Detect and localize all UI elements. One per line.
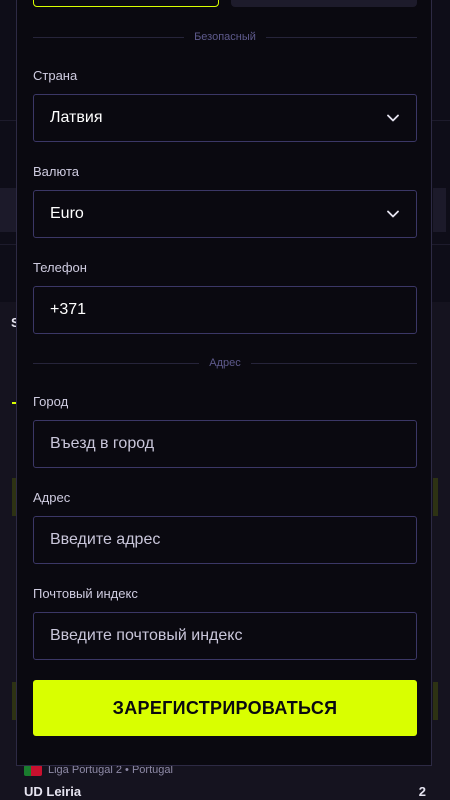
postal-field[interactable] [33, 612, 417, 660]
address-field[interactable] [33, 516, 417, 564]
postal-label: Почтовый индекс [33, 586, 138, 601]
country-select[interactable]: Латвия [33, 94, 417, 142]
background-card-edge [433, 478, 438, 516]
phone-field[interactable]: +371 [33, 286, 417, 334]
divider-security-label: Безопасный [194, 31, 256, 43]
address-input[interactable] [50, 531, 400, 549]
divider-address-label: Адрес [209, 357, 241, 369]
match-team[interactable]: UD Leiria [24, 784, 81, 799]
divider-address: Адрес [33, 356, 417, 370]
address-label: Адрес [33, 490, 71, 505]
registration-modal: Безопасный Страна Латвия Валюта Euro Тел… [16, 0, 432, 766]
match-score: 2 [418, 784, 426, 799]
background-block [0, 188, 16, 232]
background-block [433, 188, 446, 232]
chevron-down-icon [386, 111, 400, 125]
country-value: Латвия [50, 109, 103, 126]
phone-value: +371 [50, 301, 87, 318]
background-card-edge [433, 682, 438, 720]
phone-label: Телефон [33, 260, 87, 275]
city-input[interactable] [50, 435, 400, 453]
currency-label: Валюта [33, 164, 79, 179]
currency-value: Euro [50, 205, 84, 222]
chevron-down-icon [386, 207, 400, 221]
postal-input[interactable] [50, 627, 400, 645]
tab-button[interactable] [231, 0, 417, 7]
divider-security: Безопасный [33, 30, 417, 44]
city-field[interactable] [33, 420, 417, 468]
register-button[interactable]: ЗАРЕГИСТРИРОВАТЬСЯ [33, 680, 417, 736]
tab-button-active[interactable] [33, 0, 219, 7]
city-label: Город [33, 394, 69, 409]
currency-select[interactable]: Euro [33, 190, 417, 238]
country-label: Страна [33, 68, 78, 83]
portugal-flag-icon [24, 764, 42, 776]
